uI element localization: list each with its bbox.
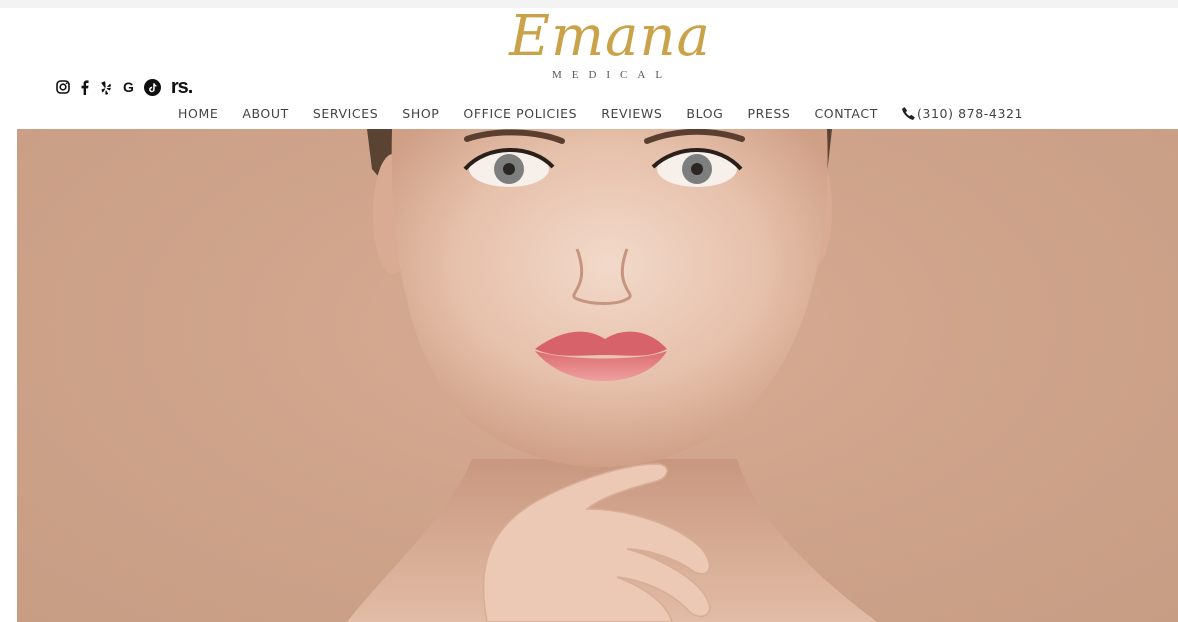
facebook-icon[interactable]: [80, 77, 89, 97]
logo-script: Emana: [509, 4, 711, 69]
hero-portrait-image: [347, 129, 877, 622]
nav-shop[interactable]: SHOP: [402, 106, 439, 121]
yelp-icon[interactable]: [99, 77, 113, 97]
social-icons: G rs.: [56, 76, 193, 98]
phone-link[interactable]: (310) 878-4321: [902, 106, 1023, 121]
site-logo[interactable]: Emana MEDICAL: [480, 4, 740, 90]
phone-number: (310) 878-4321: [916, 105, 1024, 121]
main-nav: HOME ABOUT SERVICES SHOP OFFICE POLICIES…: [178, 103, 1023, 123]
instagram-icon[interactable]: [56, 77, 70, 97]
nav-about[interactable]: ABOUT: [242, 106, 289, 121]
nav-contact[interactable]: CONTACT: [814, 106, 877, 121]
nav-press[interactable]: PRESS: [747, 106, 790, 121]
tiktok-icon[interactable]: [143, 77, 161, 97]
nav-home[interactable]: HOME: [178, 106, 218, 121]
hero-banner: [17, 129, 1178, 622]
nav-office-policies[interactable]: OFFICE POLICIES: [463, 106, 577, 121]
logo-subtitle: MEDICAL: [551, 69, 673, 81]
google-icon[interactable]: G: [123, 77, 134, 97]
realself-icon[interactable]: rs.: [171, 76, 193, 98]
page: G rs. Emana MEDICAL HOME ABOUT SERVICES …: [0, 0, 1178, 622]
nav-reviews[interactable]: REVIEWS: [601, 106, 662, 121]
nav-blog[interactable]: BLOG: [686, 106, 723, 121]
phone-icon: [902, 106, 915, 120]
nav-services[interactable]: SERVICES: [313, 106, 378, 121]
